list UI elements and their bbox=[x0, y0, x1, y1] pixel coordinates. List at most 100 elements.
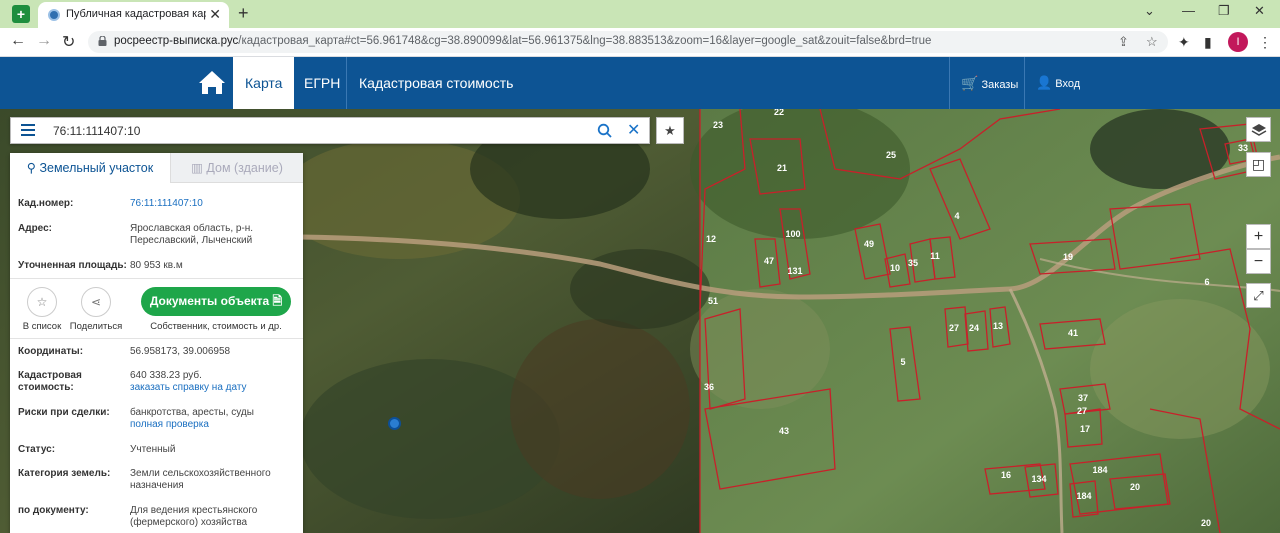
parcel-label: 22 bbox=[774, 109, 784, 117]
restore-icon[interactable]: ❐ bbox=[1218, 3, 1230, 19]
parcel-label: 21 bbox=[777, 163, 787, 173]
parcel-label: 23 bbox=[713, 120, 723, 130]
sheets-app-icon[interactable]: + bbox=[12, 5, 30, 23]
back-icon[interactable]: ← bbox=[10, 32, 26, 50]
parcel-label: 16 bbox=[1001, 470, 1011, 480]
window-close-icon[interactable]: ✕ bbox=[1254, 3, 1265, 19]
parcel-label: 13 bbox=[993, 321, 1003, 331]
star-outline-icon: ☆ bbox=[36, 295, 48, 309]
parcel-label: 27 bbox=[1077, 406, 1087, 416]
menu-icon[interactable] bbox=[21, 124, 35, 136]
expand-icon: ⤢ bbox=[1253, 288, 1264, 303]
nav-map[interactable]: Карта bbox=[233, 57, 295, 109]
parcel-label: 27 bbox=[949, 323, 959, 333]
tab-search-chevron-icon[interactable]: ⌄ bbox=[1144, 3, 1155, 19]
search-input[interactable] bbox=[53, 121, 593, 141]
nav-cadastral-value[interactable]: Кадастровая стоимость bbox=[347, 57, 525, 109]
divider bbox=[10, 338, 303, 339]
parcel-label: 49 bbox=[864, 239, 874, 249]
parcel-label: 134 bbox=[1031, 474, 1046, 484]
add-to-list-button[interactable]: ☆ bbox=[27, 287, 57, 317]
favorites-star-icon[interactable]: ★ bbox=[656, 117, 684, 144]
zoom-out-button[interactable]: − bbox=[1246, 249, 1271, 274]
parcel-label: 4 bbox=[954, 211, 959, 221]
tab-close-icon[interactable]: ✕ bbox=[209, 6, 221, 23]
parcel-label: 11 bbox=[930, 251, 940, 261]
layers-button[interactable] bbox=[1246, 117, 1271, 142]
parcel-label: 20 bbox=[1201, 518, 1211, 528]
site-header: Карта ЕГРН Кадастровая стоимость 🛒 Заказ… bbox=[0, 57, 1280, 109]
square-select-icon: ◰ bbox=[1251, 156, 1266, 172]
fullscreen-button[interactable]: ⤢ bbox=[1246, 283, 1271, 308]
clear-search-icon[interactable]: ✕ bbox=[627, 120, 640, 140]
home-icon bbox=[199, 71, 225, 94]
parcel-label: 47 bbox=[764, 256, 774, 266]
parcel-label: 5 bbox=[900, 357, 905, 367]
parcel-label: 6 bbox=[1204, 277, 1209, 287]
browser-toolbar: ← → ↻ росреестр-выписка.рус/кадастровая_… bbox=[0, 28, 1280, 57]
full-check-link[interactable]: полная проверка bbox=[130, 419, 296, 431]
parcel-label: 19 bbox=[1063, 252, 1073, 262]
object-documents-button[interactable]: Документы объекта 🗎 bbox=[141, 287, 291, 316]
kad-number-link[interactable]: 76:11:111407:10 bbox=[130, 198, 296, 210]
parcel-label: 131 bbox=[787, 266, 802, 276]
address-bar[interactable]: росреестр-выписка.рус/кадастровая_карта#… bbox=[88, 31, 1168, 53]
nav-egrn[interactable]: ЕГРН bbox=[292, 57, 352, 109]
parcel-label: 35 bbox=[908, 258, 918, 268]
object-info-panel: ⚲ Земельный участок ▥ Дом (здание) Кад.н… bbox=[10, 153, 303, 533]
search-icon[interactable] bbox=[597, 123, 613, 139]
parcel-label: 51 bbox=[708, 296, 718, 306]
search-bar: ✕ bbox=[10, 117, 650, 144]
documents-caption: Собственник, стоимость и др. bbox=[150, 321, 282, 332]
share-label: Поделиться bbox=[69, 321, 123, 332]
tab-title: Публичная кадастровая карта 2 bbox=[66, 8, 206, 20]
home-button[interactable] bbox=[192, 57, 232, 109]
building-icon: ▥ bbox=[191, 161, 203, 175]
parcel-label: 10 bbox=[890, 263, 900, 273]
parcel-label: 17 bbox=[1080, 424, 1090, 434]
parcel-label: 24 bbox=[969, 323, 979, 333]
plus-icon: + bbox=[1253, 228, 1264, 245]
share-button[interactable]: ⋖ bbox=[81, 287, 111, 317]
share-page-icon[interactable]: ⇪ bbox=[1118, 34, 1129, 50]
parcel-label: 20 bbox=[1130, 482, 1140, 492]
browser-menu-icon[interactable]: ⋮ bbox=[1258, 34, 1272, 51]
layers-icon bbox=[1251, 124, 1266, 136]
zoom-in-button[interactable]: + bbox=[1246, 224, 1271, 249]
nav-separator bbox=[949, 57, 950, 109]
nav-separator bbox=[1024, 57, 1025, 109]
parcel-label: 12 bbox=[706, 234, 716, 244]
user-icon: 👤 bbox=[1036, 75, 1053, 90]
forward-icon[interactable]: → bbox=[36, 32, 52, 50]
cart-icon: 🛒 bbox=[961, 75, 979, 91]
side-panel-icon[interactable]: ▮ bbox=[1204, 34, 1212, 51]
browser-tab[interactable]: Публичная кадастровая карта 2 ✕ bbox=[38, 2, 229, 28]
land-plot-icon: ⚲ bbox=[26, 161, 36, 175]
parcel-label: 184 bbox=[1092, 465, 1107, 475]
share-icon: ⋖ bbox=[90, 295, 102, 309]
minimize-icon[interactable]: — bbox=[1182, 3, 1195, 18]
site-favicon-icon bbox=[48, 9, 60, 21]
document-icon: 🗎 bbox=[272, 294, 283, 308]
divider bbox=[10, 278, 303, 279]
order-certificate-link[interactable]: заказать справку на дату bbox=[130, 382, 296, 394]
browser-tab-bar: + Публичная кадастровая карта 2 ✕ + ⌄ — … bbox=[0, 0, 1280, 28]
parcel-label: 41 bbox=[1068, 328, 1078, 338]
url-text: росреестр-выписка.рус/кадастровая_карта#… bbox=[114, 35, 932, 47]
minus-icon: − bbox=[1253, 253, 1264, 270]
tab-house[interactable]: ▥ Дом (здание) bbox=[170, 153, 303, 183]
lock-icon bbox=[98, 36, 107, 46]
orders-button[interactable]: 🛒 Заказы bbox=[961, 57, 1018, 109]
new-tab-icon[interactable]: + bbox=[238, 3, 249, 24]
profile-avatar[interactable]: I bbox=[1228, 32, 1248, 52]
parcel-label: 100 bbox=[785, 229, 800, 239]
extensions-puzzle-icon[interactable]: ✦ bbox=[1178, 34, 1190, 51]
location-marker[interactable] bbox=[388, 417, 401, 430]
login-button[interactable]: 👤 Вход bbox=[1036, 57, 1080, 109]
reload-icon[interactable]: ↻ bbox=[62, 32, 75, 52]
parcel-label: 25 bbox=[886, 150, 896, 160]
select-area-button[interactable]: ◰ bbox=[1246, 152, 1271, 177]
tab-land-plot[interactable]: ⚲ Земельный участок bbox=[10, 153, 170, 183]
parcel-label: 37 bbox=[1078, 393, 1088, 403]
bookmark-star-icon[interactable]: ☆ bbox=[1146, 34, 1158, 50]
